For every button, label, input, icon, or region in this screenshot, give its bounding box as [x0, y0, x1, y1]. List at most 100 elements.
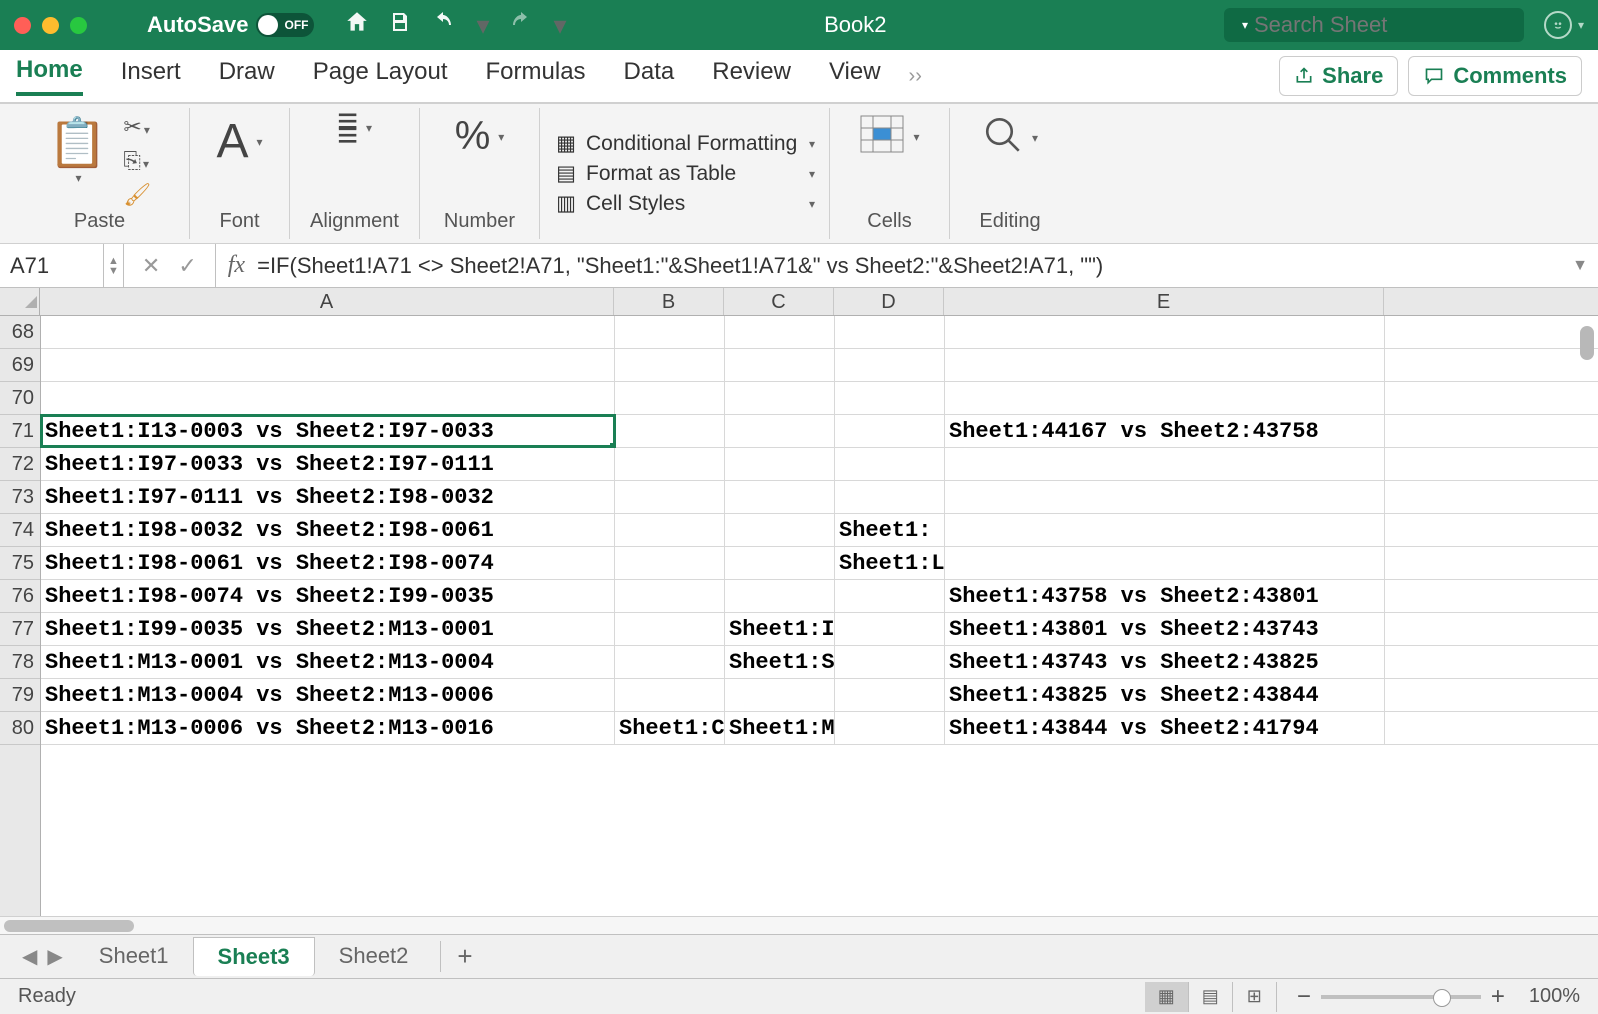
row-header[interactable]: 78: [0, 646, 40, 679]
feedback-icon[interactable]: [1544, 11, 1572, 39]
cells-group[interactable]: ▾ Cells: [830, 108, 950, 239]
conditional-formatting[interactable]: ▦ Conditional Formatting▾: [554, 132, 815, 156]
sheet-tab-sheet2[interactable]: Sheet2: [315, 937, 433, 976]
cell[interactable]: [945, 448, 1385, 480]
row-header[interactable]: 71: [0, 415, 40, 448]
vertical-scrollbar[interactable]: [1580, 316, 1596, 360]
row-header[interactable]: 75: [0, 547, 40, 580]
cell[interactable]: [615, 448, 725, 480]
cancel-icon[interactable]: ✕: [142, 253, 160, 279]
cell[interactable]: [615, 580, 725, 612]
cell[interactable]: [945, 316, 1385, 348]
row-header[interactable]: 79: [0, 679, 40, 712]
fx-icon[interactable]: fx: [216, 252, 257, 279]
cell[interactable]: [725, 679, 835, 711]
select-all-corner[interactable]: [0, 288, 40, 316]
cell[interactable]: [615, 613, 725, 645]
redo-icon[interactable]: [508, 10, 534, 41]
cell[interactable]: Sheet1:M: [725, 712, 835, 744]
cell[interactable]: [725, 349, 835, 381]
home-icon[interactable]: [344, 9, 370, 42]
cell[interactable]: [835, 349, 945, 381]
undo-dropdown[interactable]: ▾: [476, 10, 489, 41]
cell[interactable]: [615, 382, 725, 414]
col-header-D[interactable]: D: [834, 288, 944, 315]
tab-page-layout[interactable]: Page Layout: [313, 58, 448, 94]
row-header[interactable]: 69: [0, 349, 40, 382]
search-box[interactable]: ▾: [1224, 8, 1524, 42]
cell[interactable]: Sheet1:43743 vs Sheet2:43825: [945, 646, 1385, 678]
cell[interactable]: [835, 646, 945, 678]
cell[interactable]: Sheet1:: [835, 514, 945, 546]
cell[interactable]: [615, 547, 725, 579]
cell[interactable]: [615, 514, 725, 546]
tab-review[interactable]: Review: [712, 58, 791, 94]
zoom-out-icon[interactable]: −: [1297, 983, 1311, 1011]
cell[interactable]: [725, 547, 835, 579]
editing-group[interactable]: ▾ Editing: [950, 108, 1070, 239]
col-header-B[interactable]: B: [614, 288, 724, 315]
account-dropdown[interactable]: ▾: [1578, 18, 1584, 32]
enter-icon[interactable]: ✓: [178, 253, 196, 279]
cell[interactable]: Sheet1:I97-0033 vs Sheet2:I97-0111: [41, 448, 615, 480]
cell[interactable]: [835, 382, 945, 414]
cell[interactable]: [725, 481, 835, 513]
row-header[interactable]: 72: [0, 448, 40, 481]
cell[interactable]: Sheet1:I13-0003 vs Sheet2:I97-0033: [41, 415, 615, 447]
cell[interactable]: Sheet1:44167 vs Sheet2:43758: [945, 415, 1385, 447]
cell[interactable]: [835, 448, 945, 480]
cell[interactable]: [41, 382, 615, 414]
cell[interactable]: Sheet1:I: [725, 613, 835, 645]
tab-formulas[interactable]: Formulas: [486, 58, 586, 94]
cell[interactable]: [725, 448, 835, 480]
cell[interactable]: Sheet1:M13-0006 vs Sheet2:M13-0016: [41, 712, 615, 744]
format-painter-icon[interactable]: 🖌: [123, 182, 151, 208]
cell[interactable]: [835, 613, 945, 645]
copy-icon[interactable]: ⎘▾: [123, 148, 151, 174]
sheet-tab-sheet1[interactable]: Sheet1: [75, 937, 193, 976]
tab-view[interactable]: View: [829, 58, 881, 94]
autosave[interactable]: AutoSave OFF: [147, 12, 314, 38]
cell[interactable]: Sheet1:43844 vs Sheet2:41794: [945, 712, 1385, 744]
cell[interactable]: Sheet1:S: [725, 646, 835, 678]
cell[interactable]: Sheet1:I99-0035 vs Sheet2:M13-0001: [41, 613, 615, 645]
cell[interactable]: Sheet1:I98-0061 vs Sheet2:I98-0074: [41, 547, 615, 579]
autosave-toggle[interactable]: OFF: [256, 13, 314, 37]
cell[interactable]: [835, 415, 945, 447]
tab-insert[interactable]: Insert: [121, 58, 181, 94]
formula-input[interactable]: [257, 253, 1562, 279]
cell[interactable]: [725, 316, 835, 348]
cell[interactable]: [725, 382, 835, 414]
paste-icon[interactable]: 📋: [48, 114, 108, 171]
sheet-next-icon[interactable]: ▶: [47, 944, 62, 969]
cell[interactable]: [725, 415, 835, 447]
share-button[interactable]: Share: [1279, 56, 1398, 96]
save-icon[interactable]: [388, 10, 412, 41]
cell[interactable]: Sheet1:43825 vs Sheet2:43844: [945, 679, 1385, 711]
cell[interactable]: Sheet1:M13-0004 vs Sheet2:M13-0006: [41, 679, 615, 711]
cell[interactable]: Sheet1:M13-0001 vs Sheet2:M13-0004: [41, 646, 615, 678]
add-sheet-button[interactable]: +: [440, 941, 488, 972]
cell[interactable]: [725, 580, 835, 612]
close-window[interactable]: [14, 17, 31, 34]
comments-button[interactable]: Comments: [1408, 56, 1582, 96]
col-header-A[interactable]: A: [40, 288, 614, 315]
cell[interactable]: Sheet1:C: [615, 712, 725, 744]
cell[interactable]: [41, 349, 615, 381]
cell[interactable]: [615, 481, 725, 513]
row-header[interactable]: 77: [0, 613, 40, 646]
more-tabs-icon[interactable]: ››: [909, 65, 922, 88]
cell[interactable]: [725, 514, 835, 546]
cell[interactable]: Sheet1:L: [835, 547, 945, 579]
alignment-group[interactable]: ≡≡▾ Alignment: [290, 108, 420, 239]
undo-icon[interactable]: [430, 10, 456, 41]
cell[interactable]: [615, 646, 725, 678]
cell[interactable]: [945, 481, 1385, 513]
cut-icon[interactable]: ✂▾: [123, 114, 151, 140]
zoom-level[interactable]: 100%: [1529, 985, 1580, 1008]
cell[interactable]: [615, 415, 725, 447]
cell[interactable]: [615, 316, 725, 348]
maximize-window[interactable]: [70, 17, 87, 34]
redo-dropdown[interactable]: ▾: [554, 10, 567, 41]
row-header[interactable]: 74: [0, 514, 40, 547]
